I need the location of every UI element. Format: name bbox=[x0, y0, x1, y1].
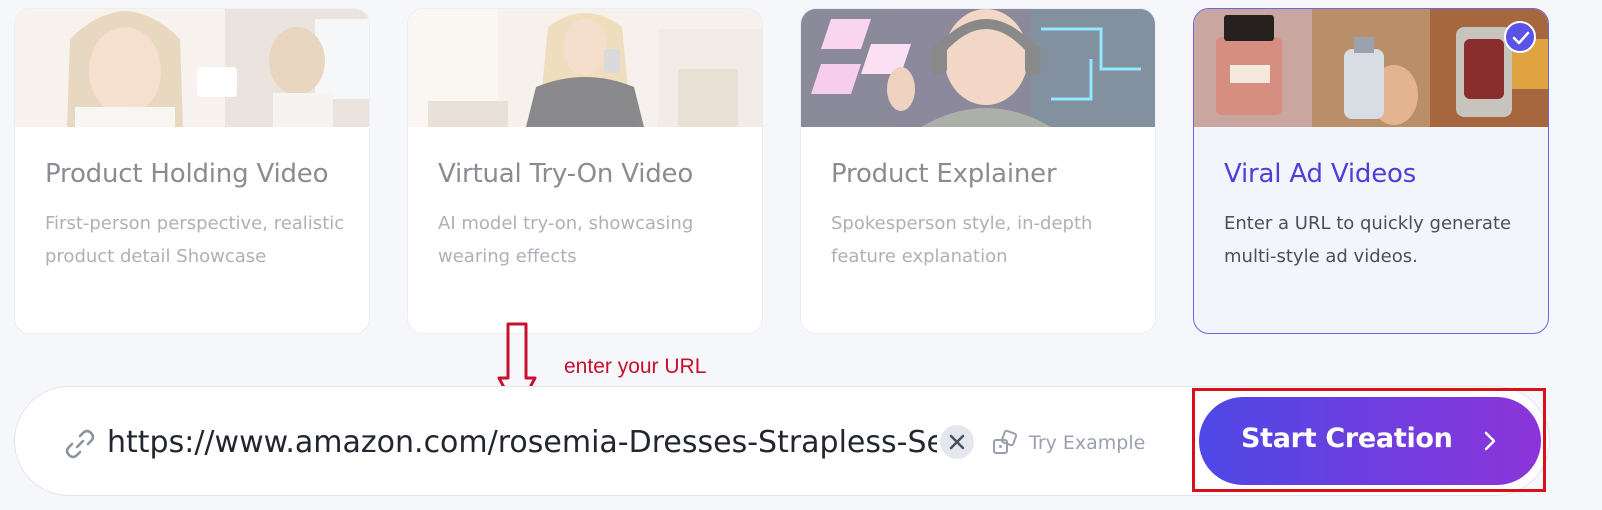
card-thumbnail bbox=[408, 9, 762, 127]
url-input[interactable] bbox=[107, 417, 937, 467]
template-card-product-explainer[interactable]: Product Explainer Spokesperson style, in… bbox=[800, 8, 1156, 334]
card-title: Product Explainer bbox=[831, 159, 1057, 189]
selected-check-icon bbox=[1504, 21, 1536, 53]
template-card-virtual-try-on[interactable]: Virtual Try-On Video AI model try-on, sh… bbox=[407, 8, 763, 334]
template-card-product-holding[interactable]: Product Holding Video First-person persp… bbox=[14, 8, 370, 334]
card-thumbnail bbox=[15, 9, 369, 127]
card-description: Spokesperson style, in-depth feature exp… bbox=[831, 213, 1093, 267]
annotation-highlight-box bbox=[1192, 388, 1546, 492]
card-thumbnail bbox=[801, 9, 1155, 127]
card-title: Viral Ad Videos bbox=[1224, 159, 1417, 189]
clear-url-button[interactable] bbox=[940, 425, 974, 459]
card-title: Product Holding Video bbox=[45, 159, 329, 189]
annotation-label: enter your URL bbox=[564, 355, 707, 378]
card-thumbnail bbox=[1194, 9, 1548, 127]
dice-icon bbox=[991, 429, 1019, 461]
card-description: Enter a URL to quickly generate multi-st… bbox=[1224, 213, 1512, 267]
card-description: First-person perspective, realistic prod… bbox=[45, 213, 345, 267]
card-title: Virtual Try-On Video bbox=[438, 159, 694, 189]
template-card-viral-ad-videos[interactable]: Viral Ad Videos Enter a URL to quickly g… bbox=[1193, 8, 1549, 334]
try-example-label: Try Example bbox=[1029, 432, 1146, 454]
card-description: AI model try-on, showcasing wearing effe… bbox=[438, 213, 694, 267]
link-icon bbox=[63, 427, 97, 465]
